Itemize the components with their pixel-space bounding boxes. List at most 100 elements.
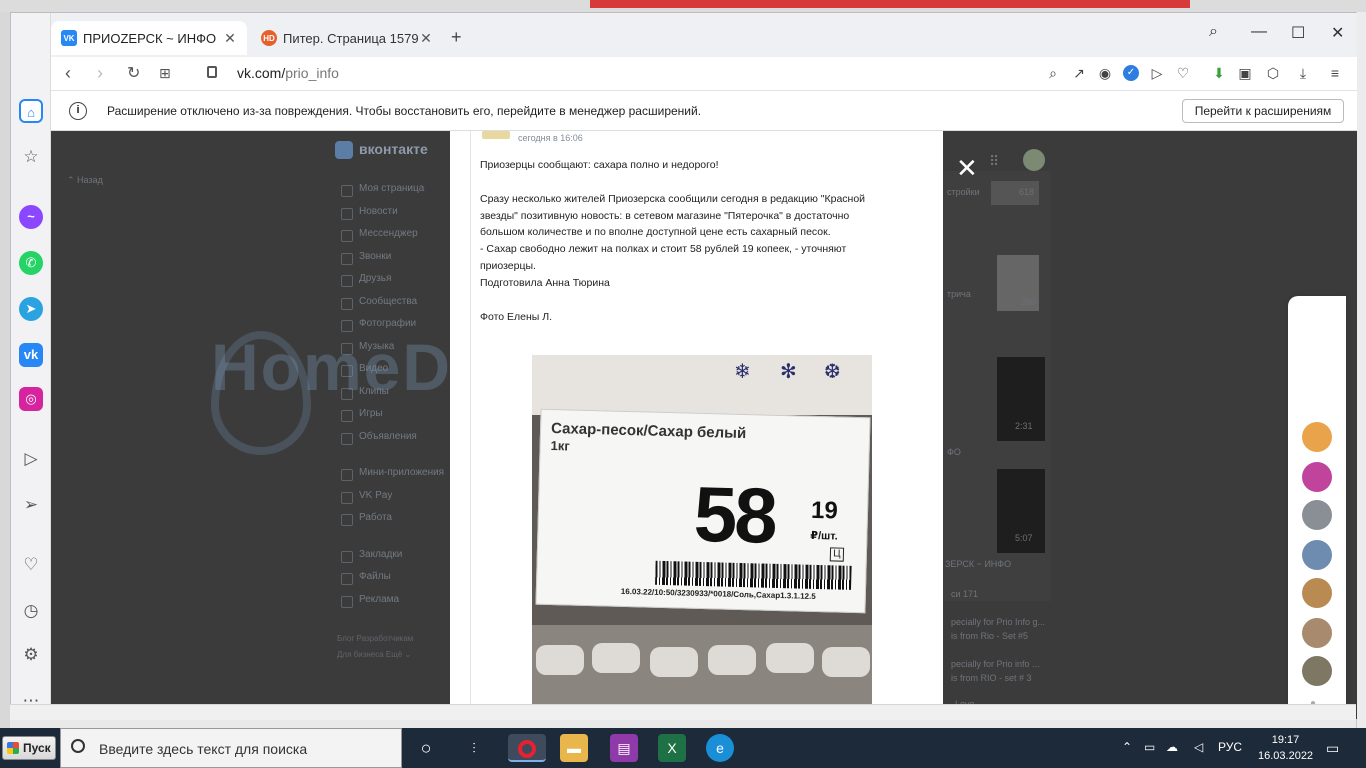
windows-taskbar: Пуск Введите здесь текст для поиска ○ ⫶ … (0, 728, 1366, 768)
tab-piter[interactable]: HD Питер. Страница 1579. ✕ (251, 21, 443, 55)
downloads-icon[interactable]: ⤓ (1295, 65, 1311, 81)
messenger-icon[interactable]: ~ (19, 205, 43, 229)
send-icon[interactable]: ↗ (1071, 65, 1087, 81)
instagram-icon[interactable]: ◎ (19, 387, 43, 411)
vpn-shield-icon[interactable]: ✓ (1123, 65, 1139, 81)
reload-button[interactable]: ↻ (127, 63, 140, 83)
notifications-icon[interactable]: ▭ (1326, 740, 1339, 757)
menu-item[interactable]: Мессенджер (341, 228, 444, 251)
task-manager-icon[interactable]: ⫶ (460, 734, 488, 762)
menu-item[interactable]: Мини-приложения (341, 467, 444, 490)
video-title[interactable]: pecially for Prio Info g... (951, 617, 1045, 627)
menu-item[interactable]: Файлы (341, 571, 444, 594)
close-window-button[interactable]: ✕ (1331, 23, 1344, 43)
history-clock-icon[interactable]: ◷ (19, 599, 43, 623)
send-flow-icon[interactable]: ➢ (19, 493, 43, 517)
cloud-icon[interactable]: ☁ (1166, 740, 1178, 754)
desktop-top-strip (0, 0, 1366, 12)
menu-item[interactable]: Звонки (341, 251, 444, 274)
settings-link[interactable]: стройки (947, 187, 980, 197)
apps-grid-icon[interactable]: ⠿ (989, 153, 999, 170)
back-button[interactable]: ‹ (65, 63, 71, 84)
tabs-grid-icon[interactable]: ⊞ (159, 65, 171, 82)
file-explorer-icon[interactable]: ▬ (560, 734, 588, 762)
tab-close-icon[interactable]: ✕ (419, 30, 433, 47)
menu-item[interactable]: Сообщества (341, 296, 444, 319)
menu-item[interactable]: VK Pay (341, 490, 444, 513)
video-title[interactable]: pecially for Prio info ... (951, 659, 1040, 669)
new-tab-button[interactable]: + (451, 27, 462, 48)
menu-item[interactable]: Работа (341, 512, 444, 535)
community-name[interactable]: ЗЕРСК ~ ИНФО (945, 559, 1011, 569)
post-photo[interactable]: ❄ ✻ ❆ Сахар-песок/Сахар белый 1кг 58 19 … (532, 355, 872, 719)
footer-line[interactable]: Блог Разработчикам (337, 631, 413, 647)
opera-taskbar-icon[interactable] (508, 734, 546, 762)
search-tabs-icon[interactable]: ⌕ (1209, 23, 1218, 41)
avatar[interactable] (1023, 149, 1045, 171)
menu-item[interactable]: Друзья (341, 273, 444, 296)
close-modal-icon[interactable]: ✕ (956, 153, 978, 184)
volume-icon[interactable]: ◁ (1194, 740, 1203, 754)
language-indicator[interactable]: РУС (1218, 740, 1242, 754)
menu-item[interactable]: Игры (341, 408, 444, 431)
vk-page: вконтакте ⌃ Назад Моя страница Новости М… (51, 131, 1357, 719)
meeting-link[interactable]: трича (947, 289, 971, 299)
extension-icon[interactable]: ▣ (1237, 65, 1253, 81)
menu-item[interactable]: Закладки (341, 549, 444, 572)
avatar[interactable] (1302, 500, 1332, 530)
vk-sidebar-icon[interactable]: vk (19, 343, 43, 367)
task-view-icon[interactable]: ○ (412, 734, 440, 762)
menu-item[interactable]: Объявления (341, 431, 444, 454)
tab-prio-info[interactable]: VK ПРИОZЕРСК ~ ИНФО ✕ (51, 21, 247, 55)
home-icon[interactable]: ⌂ (19, 99, 43, 123)
url-field[interactable]: vk.com/prio_info (237, 65, 339, 81)
menu-item[interactable]: Новости (341, 206, 444, 229)
horizontal-scrollbar[interactable] (10, 704, 1356, 720)
flow-icon[interactable]: ▷ (1149, 65, 1165, 81)
menu-item[interactable]: Моя страница (341, 183, 444, 206)
cube-icon[interactable]: ⬡ (1265, 65, 1281, 81)
community-avatar[interactable] (482, 131, 510, 139)
avatar[interactable] (1302, 462, 1332, 492)
forward-button[interactable]: › (97, 63, 103, 84)
post-date[interactable]: сегодня в 16:06 (518, 133, 583, 143)
battery-icon[interactable]: ▭ (1144, 740, 1155, 754)
favorites-heart-icon[interactable]: ♡ (19, 553, 43, 577)
url-path: prio_info (285, 65, 339, 81)
settings-gear-icon[interactable]: ⚙ (19, 643, 43, 667)
player-icon[interactable]: ▷ (19, 447, 43, 471)
maximize-button[interactable]: ☐ (1291, 23, 1305, 43)
telegram-icon[interactable]: ➤ (19, 297, 43, 321)
easy-setup-icon[interactable]: ≡ (1327, 65, 1343, 81)
avatar[interactable] (1302, 656, 1332, 686)
taskbar-search[interactable]: Введите здесь текст для поиска (60, 728, 402, 768)
whatsapp-icon[interactable]: ✆ (19, 251, 43, 275)
vk-logo-icon[interactable] (335, 141, 353, 159)
lock-icon[interactable] (207, 66, 217, 78)
start-button[interactable]: Пуск (2, 736, 56, 760)
avatar[interactable] (1302, 578, 1332, 608)
avatar[interactable] (1302, 618, 1332, 648)
post-credit: Фото Елены Л. (480, 310, 553, 323)
tray-chevron-icon[interactable]: ⌃ (1122, 740, 1132, 754)
tab-close-icon[interactable]: ✕ (223, 30, 237, 47)
go-to-extensions-button[interactable]: Перейти к расширениям (1182, 99, 1344, 123)
menu-item[interactable]: Реклама (341, 594, 444, 617)
zoom-search-icon[interactable]: ⌕ (1045, 65, 1061, 81)
star-icon[interactable]: ☆ (19, 145, 43, 169)
avatar[interactable] (1302, 422, 1332, 452)
winrar-icon[interactable]: ▤ (610, 734, 638, 762)
opera-sidebar: ⌂ ☆ ~ ✆ ➤ vk ◎ ▷ ➢ ♡ ◷ ⚙ ⋯ (11, 13, 51, 719)
vk-brand[interactable]: вконтакте (359, 141, 428, 157)
clock-date: 16.03.2022 (1258, 750, 1314, 762)
avatar[interactable] (1302, 540, 1332, 570)
excel-icon[interactable]: X (658, 734, 686, 762)
clock[interactable]: 19:17 16.03.2022 (1258, 732, 1313, 764)
edge-icon[interactable]: e (706, 734, 734, 762)
footer-line[interactable]: Для бизнеса Ещё ⌄ (337, 647, 413, 663)
camera-icon[interactable]: ◉ (1097, 65, 1113, 81)
minimize-button[interactable]: — (1251, 23, 1267, 41)
heart-icon[interactable]: ♡ (1175, 65, 1191, 81)
back-link[interactable]: ⌃ Назад (67, 175, 103, 186)
download-extension-icon[interactable]: ⬇ (1211, 65, 1227, 81)
